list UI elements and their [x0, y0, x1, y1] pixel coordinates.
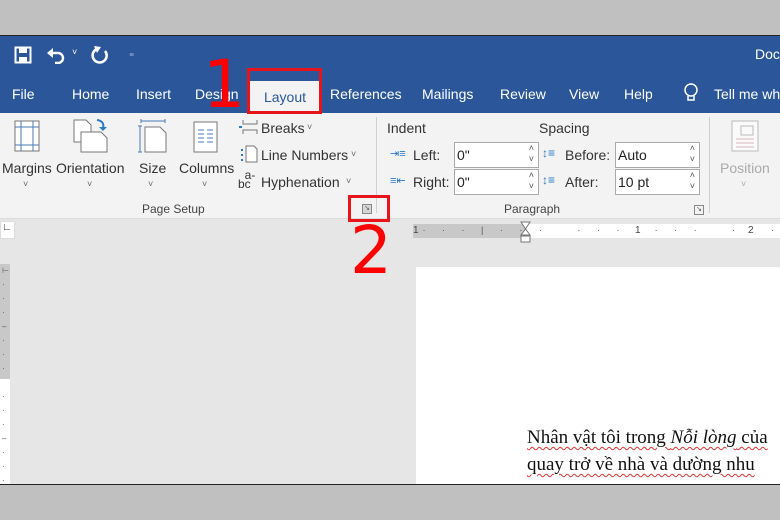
- chevron-down-icon: ˅: [741, 179, 747, 189]
- paragraph-dialog-launcher-icon[interactable]: ↘: [694, 205, 704, 215]
- spacing-before-icon: ↕≡: [542, 146, 556, 160]
- hyphenation-button[interactable]: Hyphenation: [261, 174, 340, 190]
- chevron-down-icon: ˅: [307, 122, 313, 132]
- customize-icon[interactable]: ₌: [129, 48, 134, 59]
- indent-left-icon: ⇥≡: [390, 148, 406, 160]
- lightbulb-icon: [684, 83, 698, 101]
- hyphenation-icon: a-bc: [238, 168, 256, 191]
- margins-icon[interactable]: [14, 120, 40, 152]
- tab-review[interactable]: Review: [500, 86, 546, 102]
- title-bar: ˅ ₌ Doc: [0, 36, 780, 76]
- indent-left-spinner[interactable]: 0" ˄ ˅: [454, 142, 539, 168]
- chevron-down-icon: ˅: [87, 179, 93, 189]
- size-button[interactable]: Size: [139, 160, 166, 176]
- undo-icon[interactable]: [46, 46, 66, 64]
- paragraph-group-label: Paragraph: [504, 202, 561, 216]
- tab-file[interactable]: File: [12, 86, 35, 102]
- indent-right-value[interactable]: 0": [457, 174, 470, 190]
- annotation-box-layout-tab: [247, 68, 322, 114]
- margins-button[interactable]: Margins: [2, 160, 52, 176]
- chevron-down-icon: ˅: [148, 179, 154, 189]
- tab-insert[interactable]: Insert: [136, 86, 171, 102]
- ruler-label: 1: [635, 225, 641, 236]
- group-divider: [709, 117, 710, 213]
- tab-selector-icon[interactable]: ∟: [0, 221, 15, 239]
- chevron-down-icon: ˅: [23, 179, 29, 189]
- size-icon[interactable]: [138, 118, 168, 154]
- tab-home[interactable]: Home: [72, 86, 109, 102]
- undo-dropdown-icon[interactable]: ˅: [72, 47, 77, 57]
- columns-button[interactable]: Columns: [179, 160, 234, 176]
- line-numbers-icon: [241, 145, 258, 163]
- save-icon[interactable]: [14, 46, 32, 64]
- page-setup-group-label: Page Setup: [142, 202, 205, 216]
- spacing-before-spinner[interactable]: Auto ˄ ˅: [615, 142, 700, 168]
- indent-right-icon: ≡⇤: [390, 175, 406, 187]
- annotation-step-1: 1: [203, 46, 245, 123]
- chevron-down-icon: ˅: [346, 176, 352, 186]
- spinner-arrows-icon[interactable]: ˄ ˅: [690, 170, 695, 192]
- line-numbers-button[interactable]: Line Numbers: [261, 147, 348, 163]
- indent-right-label: Right:: [413, 174, 450, 190]
- indent-left-label: Left:: [413, 147, 441, 163]
- indent-right-spinner[interactable]: 0" ˄ ˅: [454, 169, 539, 195]
- tell-me-search[interactable]: Tell me wh: [714, 86, 780, 102]
- document-line[interactable]: quay trở về nhà và dường nhu: [527, 454, 755, 476]
- spacing-label: Spacing: [539, 120, 590, 136]
- annotation-step-2: 2: [350, 212, 392, 289]
- position-button[interactable]: Position: [720, 160, 770, 176]
- chevron-down-icon: ˅: [351, 149, 357, 159]
- tab-mailings[interactable]: Mailings: [422, 86, 473, 102]
- tab-references[interactable]: References: [330, 86, 402, 102]
- orientation-icon[interactable]: [73, 118, 109, 154]
- ribbon: Margins ˅ Orientation ˅ Size ˅ Columns ˅…: [0, 113, 780, 219]
- spacing-after-icon: ↕≡: [542, 173, 556, 187]
- breaks-button[interactable]: Breaks: [261, 120, 305, 136]
- redo-icon[interactable]: [91, 45, 109, 64]
- columns-icon[interactable]: [193, 121, 218, 153]
- ribbon-tabs: File Home Insert Design Layout Reference…: [0, 76, 780, 113]
- spacing-after-spinner[interactable]: 10 pt ˄ ˅: [615, 169, 700, 195]
- chevron-down-icon: ˅: [202, 179, 208, 189]
- vertical-ruler[interactable]: ⊢ · · · – · · · · · · – · · ·: [0, 264, 10, 484]
- spacing-after-label: After:: [565, 174, 599, 190]
- indent-left-value[interactable]: 0": [457, 147, 470, 163]
- ruler-label: 2: [748, 225, 754, 236]
- indent-marker-icon[interactable]: [520, 221, 531, 243]
- spinner-arrows-icon[interactable]: ˄ ˅: [529, 170, 534, 192]
- tab-view[interactable]: View: [569, 86, 599, 102]
- orientation-button[interactable]: Orientation: [56, 160, 124, 176]
- spacing-after-value[interactable]: 10 pt: [618, 174, 649, 190]
- indent-label: Indent: [387, 120, 426, 136]
- ruler-label: 1: [413, 225, 419, 236]
- document-line[interactable]: Nhân vật tôi trong Nỗi lòng của: [527, 427, 768, 449]
- horizontal-ruler[interactable]: · · · | · · · · · · | · · · · · · | · · …: [413, 221, 780, 243]
- document-page[interactable]: Nhân vật tôi trong Nỗi lòng của quay trở…: [416, 267, 780, 484]
- tab-help[interactable]: Help: [624, 86, 653, 102]
- position-icon[interactable]: [731, 120, 759, 152]
- spacing-before-label: Before:: [565, 147, 611, 163]
- document-title: Doc: [755, 46, 780, 62]
- spinner-arrows-icon[interactable]: ˄ ˅: [529, 143, 534, 165]
- spacing-before-value[interactable]: Auto: [618, 147, 647, 163]
- spinner-arrows-icon[interactable]: ˄ ˅: [690, 143, 695, 165]
